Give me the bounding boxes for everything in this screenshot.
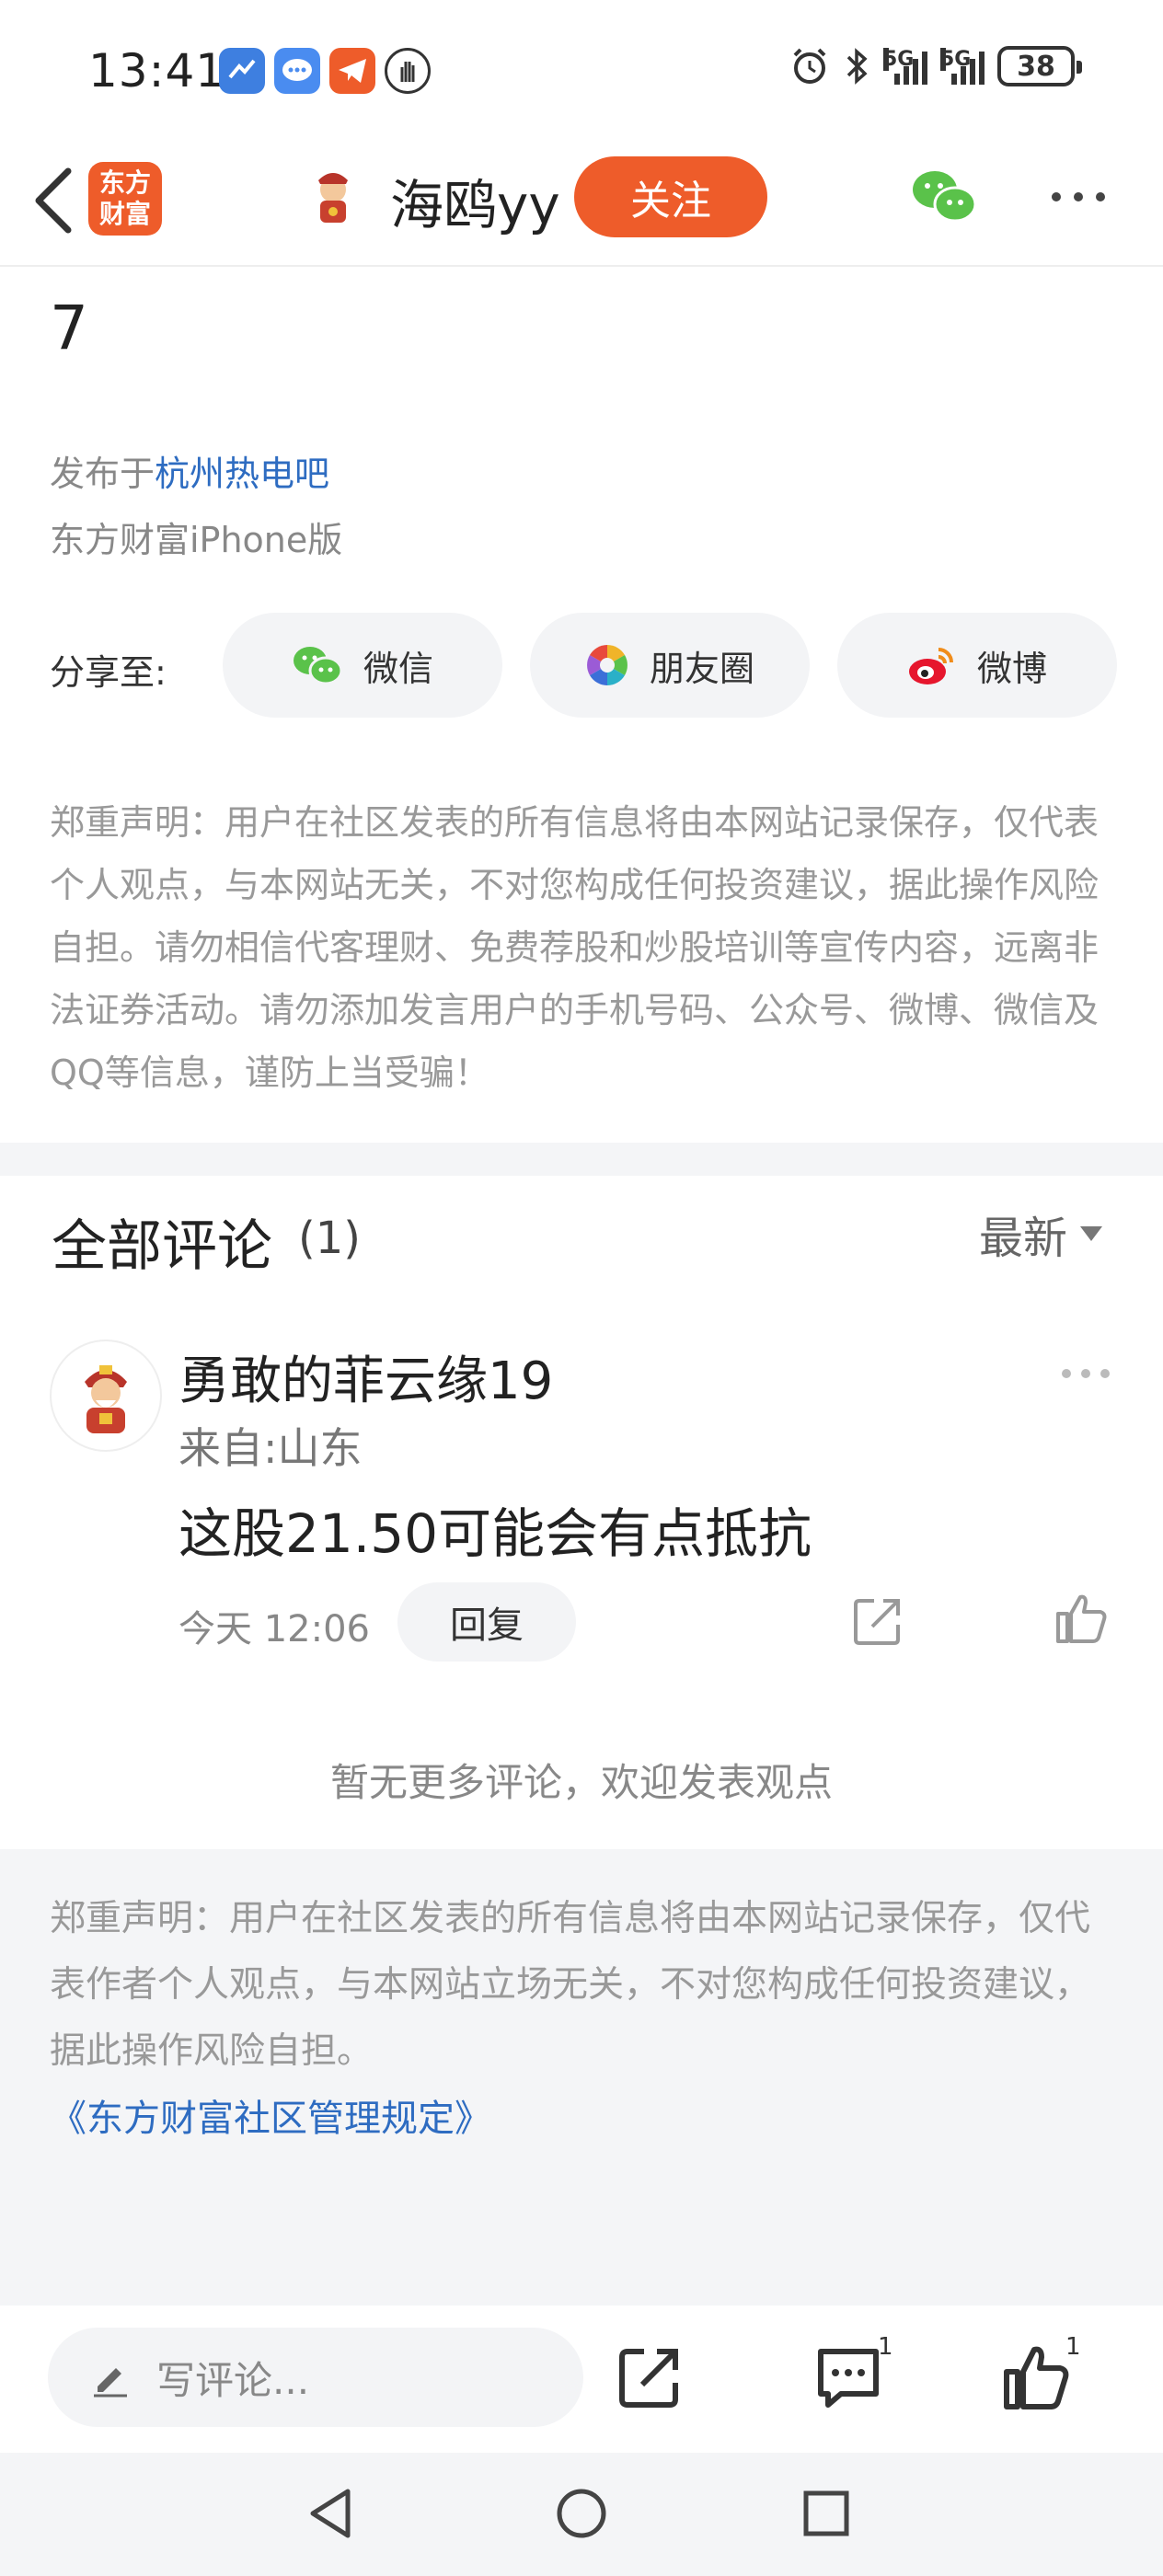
alarm-icon xyxy=(793,48,826,84)
no-more-comments: 暂无更多评论，欢迎发表观点 xyxy=(329,1760,833,1805)
sort-dropdown[interactable]: 最新 xyxy=(979,1202,1103,1266)
moments-icon xyxy=(587,645,628,685)
comments-title: 全部评论 xyxy=(52,1214,272,1279)
like-count-badge: 1 xyxy=(1065,2333,1081,2361)
reply-button[interactable]: 回复 xyxy=(397,1582,576,1662)
follow-button[interactable]: 关注 xyxy=(574,156,767,237)
disclaimer-text: 郑重声明：用户在社区发表的所有信息将由本网站记录保存，仅代表个人观点，与本网站无… xyxy=(50,802,1100,1093)
signal-5g-2-icon: 5G xyxy=(940,48,985,85)
telegram-notification-icon xyxy=(329,48,375,94)
nav-home-icon[interactable] xyxy=(552,2484,611,2543)
hand-notification-icon xyxy=(385,48,431,94)
community-rules-link[interactable]: 《东方财富社区管理规定》 xyxy=(50,2088,491,2142)
write-comment-input[interactable]: 写评论... xyxy=(48,2328,583,2427)
pencil-icon xyxy=(94,2368,127,2398)
comment-text: 这股21.50可能会有点抵抗 xyxy=(178,1502,812,1565)
author-avatar-icon[interactable] xyxy=(300,162,366,228)
signal-5g-1-icon: 5G xyxy=(883,48,927,85)
comments-count: (1) xyxy=(298,1213,361,1264)
wechat-icon xyxy=(293,647,343,685)
battery-indicator: 38 xyxy=(997,46,1082,86)
comment-like-icon[interactable] xyxy=(1054,1592,1108,1645)
commenter-location: 来自:山东 xyxy=(178,1423,363,1473)
bar-link[interactable]: 杭州热电吧 xyxy=(155,454,329,494)
like-count-button[interactable]: 1 xyxy=(1001,2333,1102,2416)
fortune-god-avatar-icon xyxy=(85,1365,127,1433)
eastmoney-logo[interactable]: 东方 财富 xyxy=(88,162,162,236)
message-notification-icon xyxy=(274,48,320,94)
share-wechat-button[interactable]: 微信 xyxy=(223,613,502,718)
comment-icon xyxy=(818,2349,879,2408)
comment-more-icon[interactable] xyxy=(1060,1367,1111,1380)
chevron-down-icon xyxy=(1080,1226,1103,1241)
nav-recents-icon[interactable] xyxy=(797,2484,856,2543)
status-icons: 5G 5G 38 xyxy=(789,46,1082,86)
weibo-icon xyxy=(908,648,953,684)
share-moments-button[interactable]: 朋友圈 xyxy=(530,613,810,718)
post-client: 东方财富iPhone版 xyxy=(50,520,343,560)
published-in: 发布于杭州热电吧 xyxy=(50,454,330,494)
comment-count-button[interactable]: 1 xyxy=(813,2333,915,2416)
comment-share-icon[interactable] xyxy=(852,1595,904,1647)
thumbs-up-icon xyxy=(1004,2346,1069,2409)
comment-count-badge: 1 xyxy=(878,2333,893,2361)
back-arrow-icon[interactable] xyxy=(28,164,83,237)
status-time: 13:41 xyxy=(88,44,226,98)
alipay-notification-icon xyxy=(219,48,265,94)
share-label: 分享至: xyxy=(50,652,167,693)
share-icon[interactable] xyxy=(615,2342,685,2412)
bluetooth-icon xyxy=(846,48,868,85)
nav-back-icon[interactable] xyxy=(304,2484,363,2543)
commenter-name[interactable]: 勇敢的菲云缘19 xyxy=(178,1340,553,1414)
footer-disclaimer: 郑重声明：用户在社区发表的所有信息将由本网站记录保存，仅代表作者个人观点，与本网… xyxy=(50,1898,1091,2072)
author-name[interactable]: 海鸥yy xyxy=(390,162,560,239)
more-options-icon[interactable] xyxy=(1049,190,1108,204)
comment-time: 今天 12:06 xyxy=(178,1608,370,1650)
share-weibo-button[interactable]: 微博 xyxy=(837,613,1117,718)
post-content-tail: 7 xyxy=(50,293,88,363)
wechat-share-icon[interactable] xyxy=(909,167,979,226)
section-divider xyxy=(0,1143,1163,1176)
commenter-avatar[interactable] xyxy=(50,1340,162,1452)
